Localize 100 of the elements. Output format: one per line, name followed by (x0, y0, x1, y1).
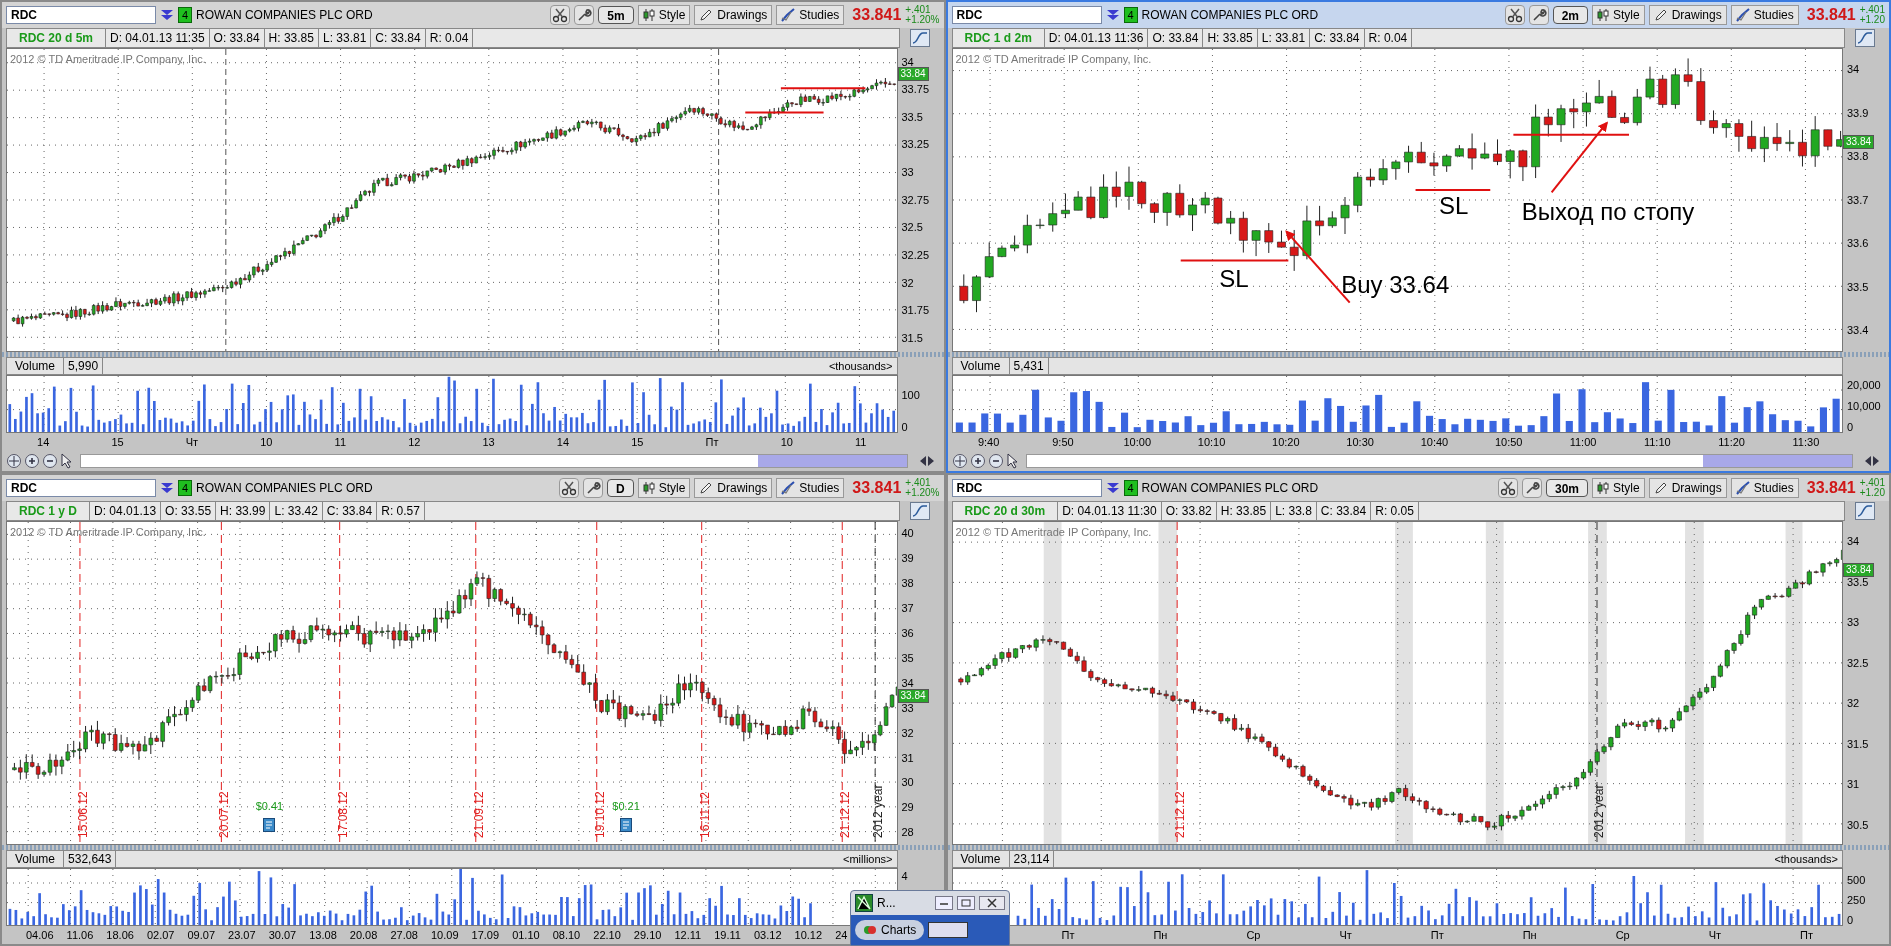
style-button[interactable]: Style (637, 5, 691, 25)
info-field: C: 33.84 (1316, 502, 1372, 520)
studies-button[interactable]: Studies (776, 478, 845, 498)
time-axis-label: 23.07 (228, 928, 256, 943)
last-price: 33.841 (852, 5, 902, 25)
price-change: +.401 (905, 5, 932, 15)
symbol-field[interactable]: RDC (6, 479, 156, 497)
volume-unit: <thousands> (827, 359, 894, 374)
time-axis-label: 09.07 (187, 928, 216, 943)
price-axis-label: 30.5 (1846, 817, 1869, 833)
info-field: R: 0.04 (425, 29, 474, 47)
price-axis-label: 33 (900, 700, 914, 716)
timeframe-button[interactable]: D (606, 479, 634, 497)
volume-label: Volume (952, 851, 1010, 867)
company-name: ROWAN COMPANIES PLC ORD (1141, 480, 1319, 497)
time-axis-label: 14 (37, 435, 50, 450)
price-axis-label: 31 (1846, 777, 1860, 792)
date-marker-label: 19.10.12 (591, 791, 608, 838)
volume-label: Volume (952, 358, 1010, 374)
date-marker-label: 16.11.12 (696, 792, 713, 838)
company-name: ROWAN COMPANIES PLC ORD (196, 480, 373, 497)
charts-button[interactable]: Charts (855, 920, 925, 940)
time-axis-label: 10 (780, 435, 793, 450)
date-marker-label: 15.06.12 (74, 791, 91, 838)
time-axis-label: 29.10 (633, 928, 662, 943)
studies-button[interactable]: Studies (776, 5, 845, 25)
price-axis-label: 33.7 (1846, 192, 1869, 208)
price-tag: 33.84 (897, 66, 929, 81)
drawings-button[interactable]: Drawings (694, 5, 773, 25)
time-axis-label: 10:00 (1123, 435, 1151, 450)
time-axis-label: 18.06 (106, 928, 134, 943)
volume-axis-label: 100 (900, 389, 921, 401)
percent-change: +1.20 (1859, 488, 1885, 498)
timeframe-button[interactable]: 30m (1546, 479, 1588, 497)
time-axis-label: 08.10 (552, 928, 581, 943)
price-axis-label: 34 (900, 54, 914, 69)
price-axis-label: 32.25 (900, 248, 930, 264)
info-field: D: 04.01.13 (90, 502, 162, 520)
studies-button[interactable]: Studies (1730, 5, 1799, 25)
style-button[interactable]: Style (1592, 5, 1645, 25)
last-price: 33.841 (1806, 5, 1856, 25)
time-axis-label: Ср (1246, 928, 1261, 943)
timeframe-button[interactable]: 5m (598, 6, 634, 24)
percent-change: +1.20% (905, 488, 940, 498)
price-axis-label: 33 (900, 165, 914, 181)
company-name: ROWAN COMPANIES PLC ORD (196, 7, 373, 24)
price-axis-label: 33.6 (1846, 236, 1869, 252)
time-axis-label: 11 (855, 435, 867, 450)
year-marker-label: 2012 year (870, 784, 887, 838)
volume-value: 23,114 (1009, 851, 1055, 867)
volume-label: Volume (7, 851, 65, 867)
price-axis-label: 33.5 (1846, 279, 1869, 295)
info-field: O: 33.84 (209, 29, 265, 47)
annotation-text: Buy 33.64 (1341, 269, 1450, 300)
price-axis-label: 31.5 (900, 330, 923, 346)
price-axis-label: 32 (900, 725, 914, 741)
price-axis-label: 33.25 (900, 137, 930, 153)
style-button[interactable]: Style (637, 478, 691, 498)
time-axis-label: Пт (1061, 928, 1075, 943)
symbol-field[interactable]: RDC (6, 6, 156, 24)
price-axis-label: 35 (900, 650, 914, 666)
time-axis-label: 10:30 (1346, 435, 1374, 450)
info-field: R: 0.57 (377, 502, 425, 520)
timeframe-button[interactable]: 2m (1552, 6, 1588, 24)
info-field: H: 33.85 (264, 29, 319, 47)
copyright-text: 2012 © TD Ameritrade IP Company, Inc. (10, 52, 206, 67)
company-name: ROWAN COMPANIES PLC ORD (1141, 7, 1319, 24)
time-axis-label: 20.08 (349, 928, 378, 943)
symbol-field[interactable]: RDC (951, 6, 1102, 24)
time-axis-label: 11:30 (1792, 435, 1820, 450)
info-field: RDC 1 y D (7, 502, 90, 520)
time-axis-label: 03.12 (753, 928, 782, 943)
percent-change: +1.20 (1859, 15, 1885, 25)
symbol-field[interactable]: RDC (951, 479, 1102, 497)
style-button[interactable]: Style (1592, 478, 1645, 498)
price-tag: 33.84 (897, 688, 929, 703)
price-axis-label: 33.5 (900, 109, 923, 125)
time-axis-label: Чт (1708, 928, 1722, 943)
time-axis-label: Пт (705, 435, 719, 450)
price-axis-label: 28 (900, 825, 914, 841)
info-field: L: 33.8 (1271, 502, 1317, 520)
time-axis-label: 10:40 (1420, 435, 1449, 450)
time-axis-label: 17.09 (471, 928, 500, 943)
drawings-button[interactable]: Drawings (694, 478, 773, 498)
price-axis-label: 40 (900, 526, 914, 542)
info-field: O: 33.84 (1148, 29, 1204, 47)
info-field: L: 33.81 (318, 29, 372, 47)
drawings-button[interactable]: Drawings (1648, 478, 1727, 498)
studies-button[interactable]: Studies (1730, 478, 1799, 498)
time-axis-label: 15 (111, 435, 124, 450)
drawings-button[interactable]: Drawings (1648, 5, 1727, 25)
time-axis-label: Пн (1153, 928, 1168, 943)
info-field: C: 33.84 (322, 502, 378, 520)
price-axis-label: 29 (900, 800, 914, 816)
volume-value: 532,643 (64, 851, 117, 867)
price-axis-label: 37 (900, 600, 914, 616)
time-axis-label: Пн (1522, 928, 1537, 943)
time-axis-label: 10 (260, 435, 273, 450)
time-axis-label: 15 (631, 435, 644, 450)
last-price: 33.841 (1806, 478, 1856, 498)
